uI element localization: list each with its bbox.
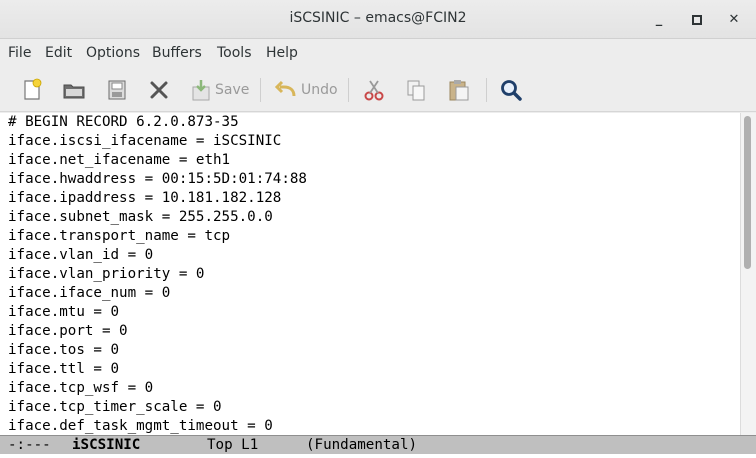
buffer-line: # BEGIN RECORD 6.2.0.873-35 bbox=[8, 114, 239, 130]
new-file-button[interactable] bbox=[20, 76, 44, 104]
toolbar: Save Undo bbox=[0, 69, 756, 112]
undo-button[interactable]: Undo bbox=[274, 76, 338, 104]
toolbar-separator bbox=[348, 78, 349, 102]
save-disk-icon bbox=[105, 78, 129, 102]
cut-button[interactable] bbox=[362, 76, 386, 104]
toolbar-separator bbox=[486, 78, 487, 102]
undo-icon bbox=[274, 78, 298, 102]
buffer-line: iface.vlan_id = 0 bbox=[8, 247, 154, 263]
close-buffer-button[interactable] bbox=[147, 76, 171, 104]
modeline-buffer-name[interactable]: iSCSINIC bbox=[72, 436, 140, 454]
paste-button[interactable] bbox=[447, 76, 471, 104]
menu-file[interactable]: File bbox=[8, 45, 31, 61]
window-title: iSCSINIC – emacs@FCIN2 bbox=[289, 10, 467, 26]
paste-icon bbox=[447, 78, 471, 102]
buffer-line: iface.subnet_mask = 255.255.0.0 bbox=[8, 209, 273, 225]
mode-line: -:--- iSCSINIC Top L1 (Fundamental) bbox=[0, 435, 756, 454]
buffer-line: iface.ipaddress = 10.181.182.128 bbox=[8, 190, 282, 206]
menu-help[interactable]: Help bbox=[266, 45, 298, 61]
open-file-button[interactable] bbox=[62, 76, 86, 104]
buffer-line: iface.port = 0 bbox=[8, 323, 128, 339]
modeline-status: -:--- bbox=[8, 437, 51, 453]
buffer-line: iface.def_task_mgmt_timeout = 0 bbox=[8, 418, 273, 434]
undo-label: Undo bbox=[301, 82, 338, 98]
buffer-line: iface.tos = 0 bbox=[8, 342, 120, 358]
save-disk-button[interactable] bbox=[105, 76, 129, 104]
new-file-icon bbox=[20, 78, 44, 102]
modeline-position: Top L1 bbox=[207, 437, 259, 453]
menu-tools[interactable]: Tools bbox=[217, 45, 252, 61]
menu-buffers[interactable]: Buffers bbox=[152, 45, 202, 61]
open-folder-icon bbox=[62, 78, 86, 102]
copy-icon bbox=[404, 78, 428, 102]
copy-button[interactable] bbox=[404, 76, 428, 104]
buffer-line: iface.vlan_priority = 0 bbox=[8, 266, 205, 282]
cut-icon bbox=[362, 78, 386, 102]
editor-buffer[interactable]: # BEGIN RECORD 6.2.0.873-35 iface.iscsi_… bbox=[0, 113, 740, 435]
buffer-line: iface.iface_num = 0 bbox=[8, 285, 171, 301]
buffer-line: iface.hwaddress = 00:15:5D:01:74:88 bbox=[8, 171, 307, 187]
search-icon bbox=[499, 78, 523, 102]
search-button[interactable] bbox=[499, 76, 523, 104]
buffer-line: iface.transport_name = tcp bbox=[8, 228, 231, 244]
minibuffer[interactable] bbox=[0, 454, 756, 458]
buffer-line: iface.tcp_wsf = 0 bbox=[8, 380, 154, 396]
save-button[interactable]: Save bbox=[190, 76, 249, 104]
buffer-line: iface.mtu = 0 bbox=[8, 304, 120, 320]
buffer-line: iface.tcp_timer_scale = 0 bbox=[8, 399, 222, 415]
modeline-major-mode[interactable]: (Fundamental) bbox=[306, 436, 417, 454]
menu-options[interactable]: Options bbox=[86, 45, 140, 61]
buffer-line: iface.net_ifacename = eth1 bbox=[8, 152, 231, 168]
buffer-line: iface.iscsi_ifacename = iSCSINIC bbox=[8, 133, 282, 149]
menu-edit[interactable]: Edit bbox=[45, 45, 72, 61]
title-bar: iSCSINIC – emacs@FCIN2 _ ✕ bbox=[0, 0, 756, 39]
save-icon bbox=[190, 78, 212, 102]
scrollbar-thumb[interactable] bbox=[744, 116, 751, 269]
buffer-line: iface.ttl = 0 bbox=[8, 361, 120, 377]
close-x-icon bbox=[147, 78, 171, 102]
minimize-icon[interactable]: _ bbox=[648, 9, 670, 31]
maximize-icon[interactable] bbox=[686, 9, 708, 31]
save-label: Save bbox=[215, 82, 250, 98]
toolbar-separator bbox=[260, 78, 261, 102]
menu-bar: File Edit Options Buffers Tools Help bbox=[0, 39, 756, 69]
close-icon[interactable]: ✕ bbox=[723, 9, 745, 31]
